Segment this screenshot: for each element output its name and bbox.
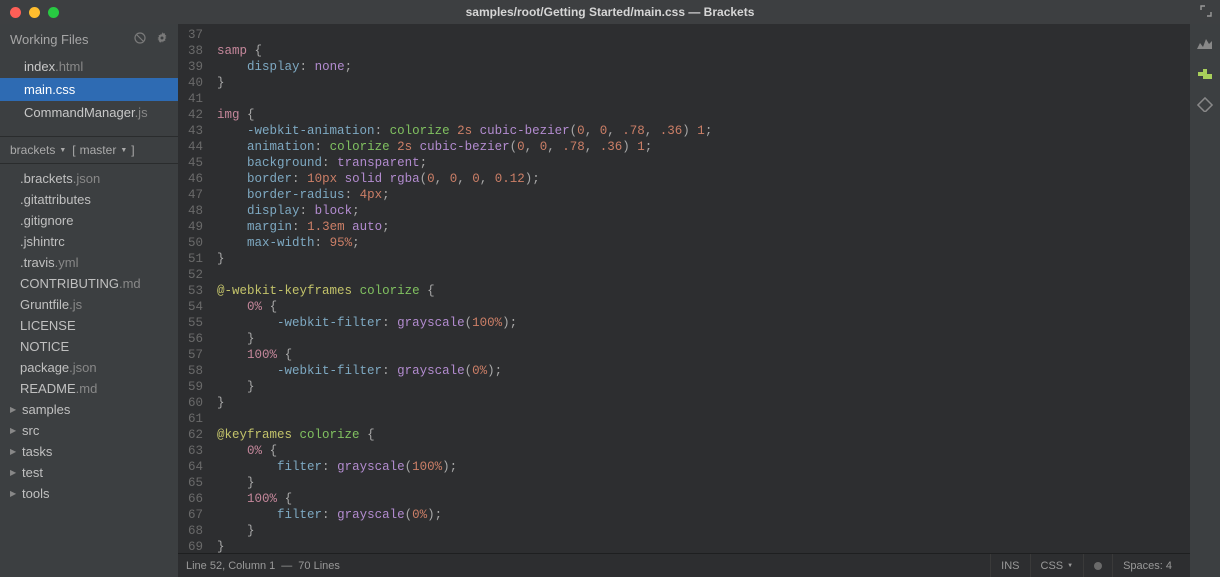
tree-file[interactable]: LICENSE (0, 315, 178, 336)
line-gutter: 3738394041424344454647484950515253545556… (178, 24, 211, 553)
chevron-right-icon: ▶ (10, 405, 18, 414)
chevron-right-icon: ▶ (10, 489, 18, 498)
fullscreen-icon[interactable] (1200, 5, 1212, 20)
cursor-position[interactable]: Line 52, Column 1 (186, 560, 275, 572)
cancel-icon[interactable] (134, 32, 146, 47)
tree-file[interactable]: .travis.yml (0, 252, 178, 273)
tree-file[interactable]: Gruntfile.js (0, 294, 178, 315)
chevron-down-icon: ▼ (1067, 563, 1073, 569)
tree-file[interactable]: .brackets.json (0, 168, 178, 189)
close-icon[interactable] (10, 7, 21, 18)
status-dot-icon (1094, 562, 1102, 570)
working-file-item[interactable]: main.css (0, 78, 178, 101)
live-preview-icon[interactable] (1196, 36, 1214, 52)
chevron-right-icon: ▶ (10, 468, 18, 477)
working-file-item[interactable]: CommandManager.js (0, 101, 178, 124)
project-dropdown[interactable]: brackets ▼ [ master ▼ ] (0, 136, 178, 164)
tree-folder[interactable]: ▶src (0, 420, 178, 441)
code-editor[interactable]: 3738394041424344454647484950515253545556… (178, 24, 1190, 553)
tree-file[interactable]: CONTRIBUTING.md (0, 273, 178, 294)
working-files-list: index.htmlmain.cssCommandManager.js (0, 55, 178, 124)
tree-folder[interactable]: ▶tasks (0, 441, 178, 462)
tree-file[interactable]: .gitattributes (0, 189, 178, 210)
insert-mode[interactable]: INS (990, 554, 1029, 577)
branch-open-bracket: [ (72, 143, 75, 157)
tree-folder[interactable]: ▶tools (0, 483, 178, 504)
project-name: brackets (10, 143, 55, 157)
working-files-label: Working Files (10, 32, 89, 47)
branch-close-bracket: ] (131, 143, 134, 157)
gear-icon[interactable] (156, 32, 168, 47)
traffic-lights (0, 7, 59, 18)
status-dash: — (281, 560, 292, 572)
language-mode[interactable]: CSS▼ (1030, 554, 1084, 577)
tree-file[interactable]: README.md (0, 378, 178, 399)
chevron-down-icon: ▼ (59, 147, 66, 154)
file-tree: .brackets.json.gitattributes.gitignore.j… (0, 164, 178, 577)
tree-file[interactable]: package.json (0, 357, 178, 378)
chevron-down-icon: ▼ (120, 147, 127, 154)
line-count: 70 Lines (298, 560, 340, 572)
chevron-right-icon: ▶ (10, 426, 18, 435)
lint-status[interactable] (1083, 554, 1112, 577)
status-bar: Line 52, Column 1 — 70 Lines INS CSS▼ Sp… (178, 553, 1190, 577)
titlebar[interactable]: samples/root/Getting Started/main.css — … (0, 0, 1220, 24)
sidebar: Working Files index.htmlmain.cssCommandM… (0, 24, 178, 577)
tree-folder[interactable]: ▶samples (0, 399, 178, 420)
chevron-right-icon: ▶ (10, 447, 18, 456)
indent-setting[interactable]: Spaces: 4 (1112, 554, 1182, 577)
minimize-icon[interactable] (29, 7, 40, 18)
working-file-item[interactable]: index.html (0, 55, 178, 78)
tree-file[interactable]: .jshintrc (0, 231, 178, 252)
window-title: samples/root/Getting Started/main.css — … (466, 5, 755, 19)
maximize-icon[interactable] (48, 7, 59, 18)
working-files-header: Working Files (0, 24, 178, 55)
tree-file[interactable]: .gitignore (0, 210, 178, 231)
tree-file[interactable]: NOTICE (0, 336, 178, 357)
tree-folder[interactable]: ▶test (0, 462, 178, 483)
right-toolbar (1190, 24, 1220, 577)
extension-manager-icon[interactable] (1196, 66, 1214, 82)
branch-name: master (80, 143, 117, 157)
code-content[interactable]: samp { display: none;} img { -webkit-ani… (211, 24, 712, 553)
plugin-icon[interactable] (1196, 96, 1214, 112)
